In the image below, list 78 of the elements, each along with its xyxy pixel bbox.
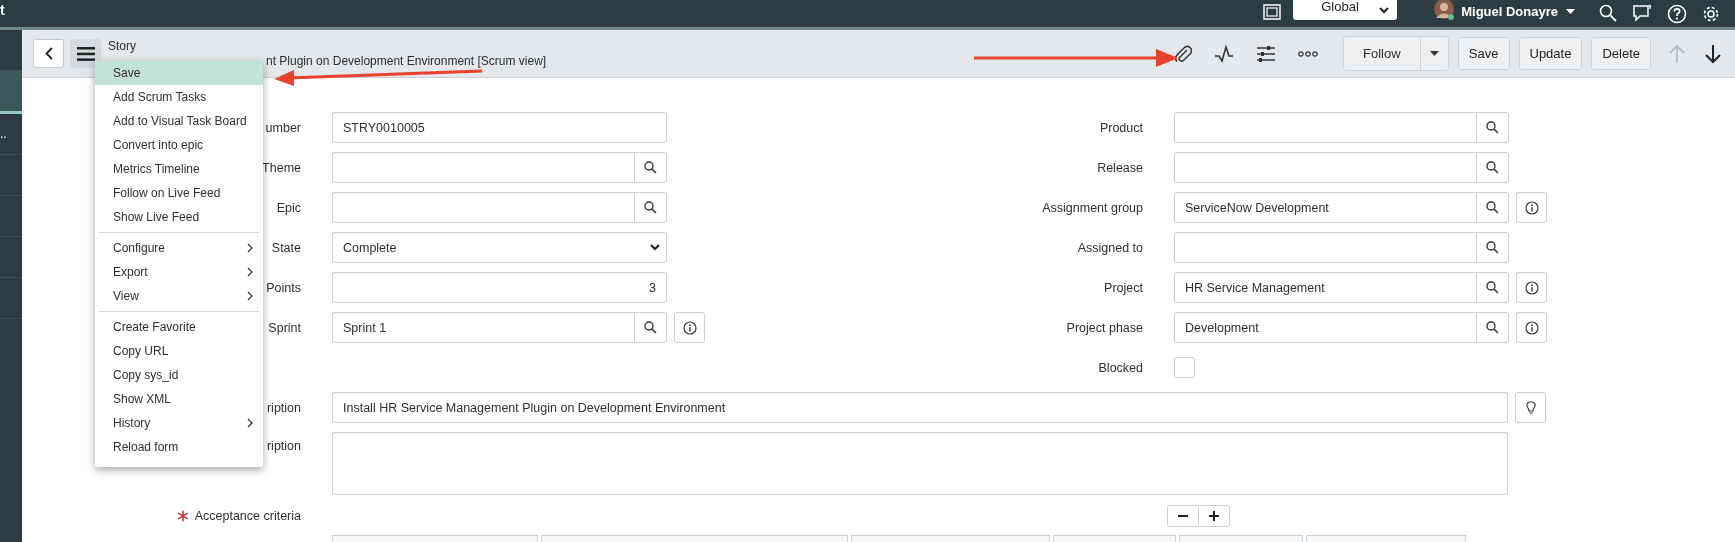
- menu-button[interactable]: [70, 39, 101, 68]
- field-label: Release: [1097, 160, 1143, 175]
- back-button[interactable]: [33, 39, 64, 68]
- input-field[interactable]: 3: [332, 272, 667, 303]
- sliders-icon[interactable]: [1255, 44, 1276, 63]
- info-button[interactable]: [1516, 312, 1547, 343]
- help-icon[interactable]: [1667, 4, 1687, 24]
- field-label: Sprint: [268, 320, 301, 335]
- arrow-down-icon[interactable]: [1703, 43, 1723, 64]
- user-name[interactable]: Miguel Donayre: [1461, 4, 1558, 19]
- sidebar-item[interactable]: [0, 71, 22, 114]
- field-label: Points: [266, 280, 301, 295]
- info-button[interactable]: [674, 312, 705, 343]
- menu-item[interactable]: Follow on Live Feed: [95, 181, 263, 205]
- checkbox[interactable]: [1174, 357, 1195, 378]
- info-icon: [1524, 200, 1539, 215]
- window-icon[interactable]: [1263, 4, 1282, 20]
- menu-item[interactable]: Copy sys_id: [95, 363, 263, 387]
- menu-item[interactable]: Reload form: [95, 435, 263, 459]
- chevron-icon: [1379, 7, 1390, 14]
- chevron-icon: [650, 244, 660, 251]
- menu-item[interactable]: Metrics Timeline: [95, 157, 263, 181]
- field-label: Project: [1104, 280, 1143, 295]
- info-button[interactable]: [1516, 192, 1547, 223]
- caret-icon: [1429, 51, 1439, 56]
- field-label: Acceptance criteria: [194, 509, 301, 523]
- menu-item[interactable]: Convert into epic: [95, 133, 263, 157]
- menu-item[interactable]: View: [95, 284, 263, 308]
- menu-item[interactable]: Export: [95, 260, 263, 284]
- field-label: ription: [266, 400, 301, 415]
- menu-item[interactable]: Show XML: [95, 387, 263, 411]
- info-button[interactable]: [1516, 272, 1547, 303]
- input-field[interactable]: Install HR Service Management Plugin on Development Environment: [332, 392, 1508, 423]
- more-icon[interactable]: [1297, 50, 1318, 57]
- menu-icon: [76, 46, 95, 61]
- record-title: nt Plugin on Development Environment [Scrum view]: [265, 53, 547, 69]
- sidebar-item[interactable]: ..: [0, 114, 22, 155]
- menu-item[interactable]: Copy URL: [95, 339, 263, 363]
- field-label: ription: [266, 439, 301, 453]
- suggestion-button[interactable]: [1515, 392, 1546, 423]
- menu-item[interactable]: Add Scrum Tasks: [95, 85, 263, 109]
- menu-item[interactable]: Create Favorite: [95, 315, 263, 339]
- info-icon: [682, 320, 697, 335]
- plus-icon: [1209, 511, 1219, 521]
- menu-item[interactable]: Add to Visual Task Board: [95, 109, 263, 133]
- lightbulb-icon: [1525, 400, 1536, 415]
- paperclip-icon[interactable]: [1173, 43, 1192, 64]
- info-icon: [1524, 280, 1539, 295]
- settings-icon[interactable]: [1701, 4, 1721, 24]
- minus-icon: [1178, 515, 1188, 517]
- menu-item[interactable]: Save: [95, 61, 263, 85]
- field-label: Assigned to: [1077, 240, 1143, 255]
- field-label: Epic: [276, 200, 301, 215]
- action-button[interactable]: Delete: [1591, 37, 1651, 70]
- info-icon: [1524, 320, 1539, 335]
- dropdown-field[interactable]: Complete: [332, 232, 667, 263]
- field-label: umber: [265, 120, 301, 135]
- field-label: State: [271, 240, 301, 255]
- field-label: Assignment group: [1042, 200, 1143, 215]
- field-label: Project phase: [1066, 320, 1143, 335]
- field-label: Blocked: [1098, 360, 1143, 375]
- menu-item[interactable]: History: [95, 411, 263, 435]
- search-icon[interactable]: [1599, 4, 1617, 22]
- chat-icon[interactable]: [1633, 4, 1653, 22]
- input-field[interactable]: STRY0010005: [332, 112, 667, 143]
- app-title: t: [0, 2, 5, 18]
- caret-icon[interactable]: [1566, 9, 1575, 14]
- record-type: Story: [108, 38, 137, 54]
- avatar-icon[interactable]: [1433, 0, 1456, 22]
- field-label: Product: [1099, 120, 1143, 135]
- action-button[interactable]: Save: [1457, 37, 1510, 70]
- activity-icon[interactable]: [1213, 44, 1234, 63]
- action-button[interactable]: Update: [1518, 37, 1583, 70]
- scope-select[interactable]: Global: [1293, 0, 1398, 20]
- field-label: Theme: [262, 160, 301, 175]
- menu-item[interactable]: Show Live Feed: [95, 205, 263, 229]
- menu-item[interactable]: Configure: [95, 236, 263, 260]
- chevron-left-icon: [44, 47, 53, 60]
